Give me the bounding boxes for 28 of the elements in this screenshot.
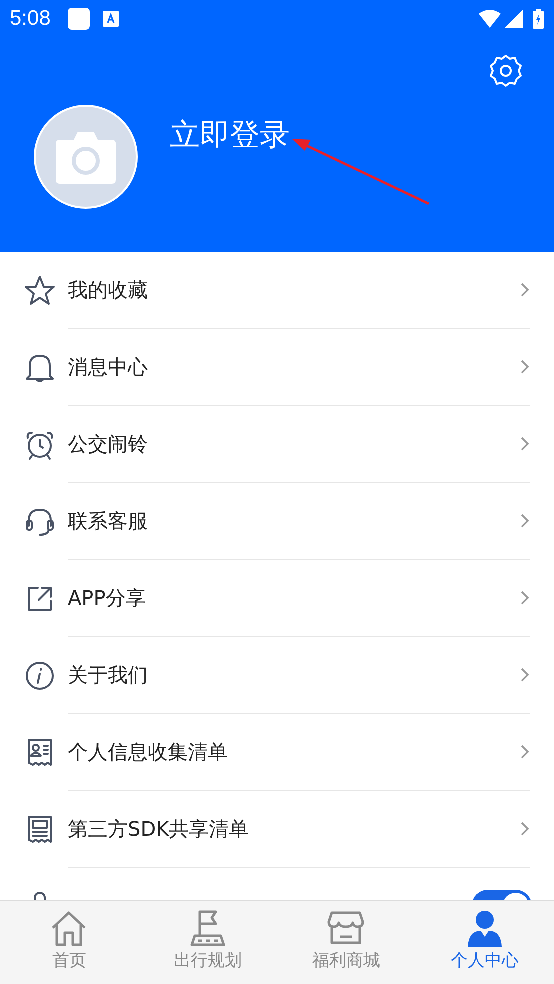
chevron-right-icon [520, 821, 530, 837]
keyboard-notification-icon [102, 11, 119, 27]
star-icon [24, 274, 56, 306]
chevron-right-icon [520, 667, 530, 683]
camera-icon [56, 130, 116, 184]
menu-item-label[interactable]: 公交闹铃 [68, 429, 520, 459]
login-link[interactable]: 立即登录 [170, 116, 290, 156]
signal-icon [505, 10, 523, 28]
menu-item-label[interactable]: 关于我们 [68, 660, 520, 690]
chevron-right-icon [520, 744, 530, 760]
menu-item-label[interactable]: 联系客服 [68, 506, 520, 536]
info-icon [24, 660, 56, 692]
menu-item-label[interactable]: 个人信息收集清单 [68, 737, 520, 767]
battery-icon [533, 9, 544, 29]
tab[interactable]: 个人中心 [416, 901, 554, 984]
menu-item-label[interactable]: 我的收藏 [68, 275, 520, 305]
chevron-right-icon [520, 282, 530, 298]
app-notification-icon [66, 7, 91, 31]
menu-item-label[interactable]: 第三方SDK共享清单 [68, 814, 520, 844]
settings-icon[interactable] [489, 54, 523, 88]
chevron-right-icon [520, 513, 530, 529]
menu-item-label[interactable]: 消息中心 [68, 352, 520, 382]
status-time: 5:08 [10, 6, 51, 32]
wifi-icon [479, 10, 501, 28]
chevron-right-icon [520, 436, 530, 452]
chevron-right-icon [520, 590, 530, 606]
chevron-right-icon [520, 359, 530, 375]
menu-item-label[interactable]: APP分享 [68, 583, 520, 613]
